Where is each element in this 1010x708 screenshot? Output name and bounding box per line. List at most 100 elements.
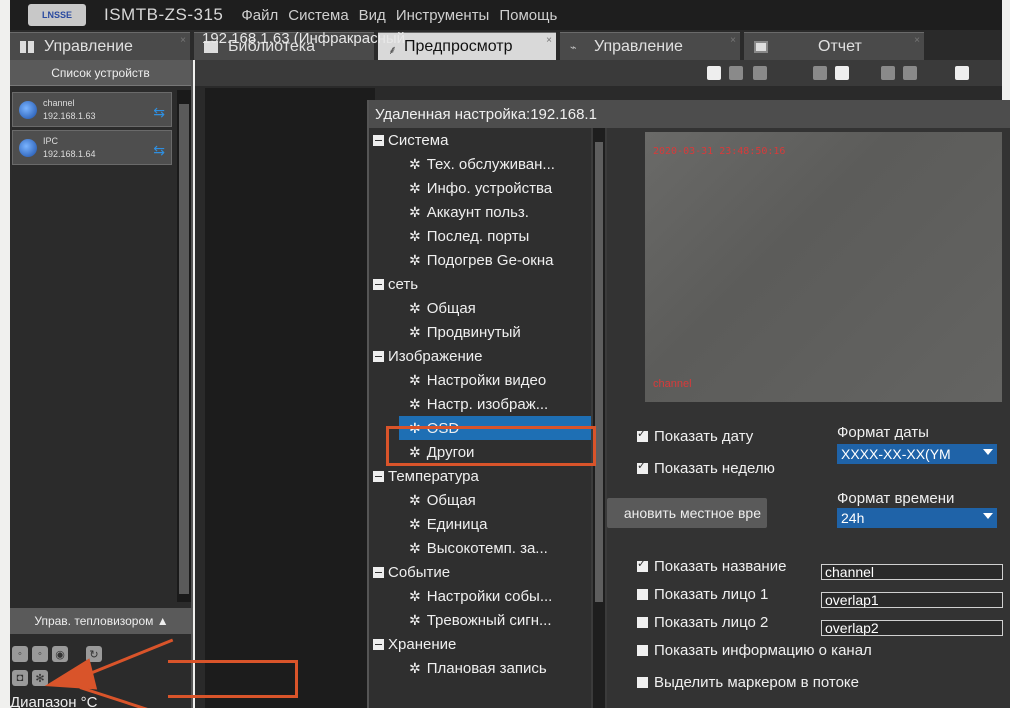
tree-node-alarm[interactable]: ✲ Тревожный сигн... — [409, 608, 552, 632]
tree-node-other[interactable]: ✲ Другои — [409, 440, 474, 464]
focus-auto-button[interactable]: ◉ — [52, 646, 68, 662]
time-format-select[interactable]: 24h — [837, 508, 997, 528]
settings-tree: Система ✲ Тех. обслуживан... ✲ Инфо. устро… — [369, 128, 591, 708]
collapse-icon[interactable] — [373, 470, 384, 482]
checkbox[interactable] — [637, 645, 648, 656]
zoom-icon[interactable] — [753, 66, 767, 80]
scroll-thumb[interactable] — [179, 104, 189, 594]
tree-node-unit[interactable]: ✲ Единица — [409, 512, 487, 536]
overlay1-field[interactable]: overlap1 — [821, 592, 1003, 608]
shield-icon[interactable]: ◘ — [12, 670, 28, 686]
close-icon[interactable]: × — [914, 35, 920, 46]
show-face2-checkbox[interactable]: Показать лицо 2 — [637, 614, 768, 631]
tree-node-network[interactable]: сеть — [373, 272, 418, 296]
tree-node-video-settings[interactable]: ✲ Настройки видео — [409, 368, 546, 392]
gear-icon: ✲ — [409, 227, 421, 244]
tree-node-network-advanced[interactable]: ✲ Продвинутый — [409, 320, 521, 344]
edit-icon[interactable] — [835, 66, 849, 80]
menu-system[interactable]: Система — [288, 7, 348, 24]
tree-node-scheduled-recording[interactable]: ✲ Плановая запись — [409, 656, 547, 680]
checkbox[interactable] — [637, 677, 648, 688]
left-panel: Список устройств channel 192.168.1.63 ⇆ … — [10, 60, 193, 708]
video-preview-pane[interactable] — [205, 88, 375, 708]
menu-help[interactable]: Помощь — [499, 7, 557, 24]
menu-view[interactable]: Вид — [359, 7, 386, 24]
checkbox[interactable] — [637, 459, 648, 474]
tree-node-osd[interactable]: ✲ OSD — [399, 416, 591, 440]
collapse-icon[interactable] — [373, 566, 384, 578]
tree-node-window-heating[interactable]: ✲ Подогрев Ge-окна — [409, 248, 553, 272]
snapshot-icon[interactable] — [813, 66, 827, 80]
gear-icon: ✲ — [409, 251, 421, 268]
checkbox[interactable] — [637, 557, 648, 572]
gear-icon: ✲ — [409, 371, 421, 388]
menu-bar: Файл Система Вид Инструменты Помощь — [241, 7, 567, 24]
ptz-icon[interactable] — [729, 66, 743, 80]
show-name-checkbox[interactable]: Показать название — [637, 557, 786, 575]
title-bar: LNSSE ISMTB-ZS-315 Файл Система Вид Инст… — [10, 0, 1002, 30]
menu-file[interactable]: Файл — [241, 7, 278, 24]
stop-icon[interactable] — [955, 66, 969, 80]
tree-node-event-settings[interactable]: ✲ Настройки собы... — [409, 584, 552, 608]
focus-near-button[interactable]: ◦ — [12, 646, 28, 662]
thermo-control-header[interactable]: Управ. тепловизором ▲ — [10, 608, 193, 634]
tab-management[interactable]: Управление × — [10, 32, 190, 60]
tree-node-network-general[interactable]: ✲ Общая — [409, 296, 476, 320]
collapse-icon[interactable] — [373, 350, 384, 362]
tree-node-high-temp[interactable]: ✲ Высокотемп. за... — [409, 536, 548, 560]
device-list-scrollbar[interactable] — [177, 90, 191, 602]
tree-node-temperature[interactable]: Температура — [373, 464, 479, 488]
tab-management-2[interactable]: ⌁ Управление × — [560, 32, 740, 60]
tree-node-event[interactable]: Событие — [373, 560, 450, 584]
connect-icon[interactable]: ⇆ — [153, 142, 165, 159]
tree-node-system[interactable]: Система — [373, 128, 448, 152]
collapse-icon[interactable] — [373, 278, 384, 290]
annotation-box — [168, 660, 298, 698]
tab-report[interactable]: Отчет × — [744, 32, 924, 60]
overlay2-field[interactable]: overlap2 — [821, 620, 1003, 636]
collapse-icon[interactable] — [373, 134, 384, 146]
device-name: channel — [43, 97, 75, 108]
scroll-thumb[interactable] — [595, 142, 603, 602]
sync-local-time-button[interactable]: ановить местное вре — [607, 498, 767, 528]
tree-node-storage[interactable]: Хранение — [373, 632, 456, 656]
tree-node-user-account[interactable]: ✲ Аккаунт польз. — [409, 200, 529, 224]
gear-icon: ✲ — [409, 659, 421, 676]
date-format-select[interactable]: XXXX-XX-XX(YM — [837, 444, 997, 464]
device-item[interactable]: IPC 192.168.1.64 ⇆ — [12, 130, 172, 165]
connect-icon[interactable]: ⇆ — [153, 104, 165, 121]
tree-node-device-info[interactable]: ✲ Инфо. устройства — [409, 176, 552, 200]
pointer-icon[interactable] — [707, 66, 721, 80]
show-date-checkbox[interactable]: Показать дату — [637, 427, 753, 445]
channel-name-field[interactable]: channel — [821, 564, 1003, 580]
tree-node-serial-ports[interactable]: ✲ Послед. порты — [409, 224, 529, 248]
osd-date-overlay[interactable]: 2020-03-31 23:48:50:16 — [653, 146, 785, 157]
tree-node-image[interactable]: Изображение — [373, 344, 483, 368]
close-icon[interactable]: × — [546, 35, 552, 46]
checkbox[interactable] — [637, 617, 648, 628]
collapse-icon[interactable] — [373, 638, 384, 650]
focus-far-button[interactable]: ◦ — [32, 646, 48, 662]
fullscreen-icon[interactable] — [903, 66, 917, 80]
osd-settings-panel: 2020-03-31 23:48:50:16 channel Показать … — [607, 128, 1010, 708]
checkbox[interactable] — [637, 427, 648, 442]
osd-channel-overlay[interactable]: channel — [653, 378, 692, 390]
gear-icon: ✲ — [409, 203, 421, 220]
layout-icon[interactable] — [881, 66, 895, 80]
show-face1-checkbox[interactable]: Показать лицо 1 — [637, 586, 768, 603]
show-channel-info-checkbox[interactable]: Показать информацию о канал — [637, 642, 872, 659]
tree-node-maintenance[interactable]: ✲ Тех. обслуживан... — [409, 152, 555, 176]
checkbox[interactable] — [637, 589, 648, 600]
device-ip: 192.168.1.63 — [43, 110, 96, 121]
highlight-marker-checkbox[interactable]: Выделить маркером в потоке — [637, 674, 859, 691]
close-icon[interactable]: × — [180, 35, 186, 46]
gear-icon: ✲ — [409, 539, 421, 556]
tree-node-temperature-general[interactable]: ✲ Общая — [409, 488, 476, 512]
device-item[interactable]: channel 192.168.1.63 ⇆ — [12, 92, 172, 127]
show-week-checkbox[interactable]: Показать неделю — [637, 459, 775, 477]
tree-scrollbar[interactable] — [593, 128, 605, 708]
menu-tools[interactable]: Инструменты — [396, 7, 490, 24]
tree-node-image-settings[interactable]: ✲ Настр. изображ... — [409, 392, 548, 416]
app-logo: LNSSE — [28, 4, 86, 26]
close-icon[interactable]: × — [730, 35, 736, 46]
